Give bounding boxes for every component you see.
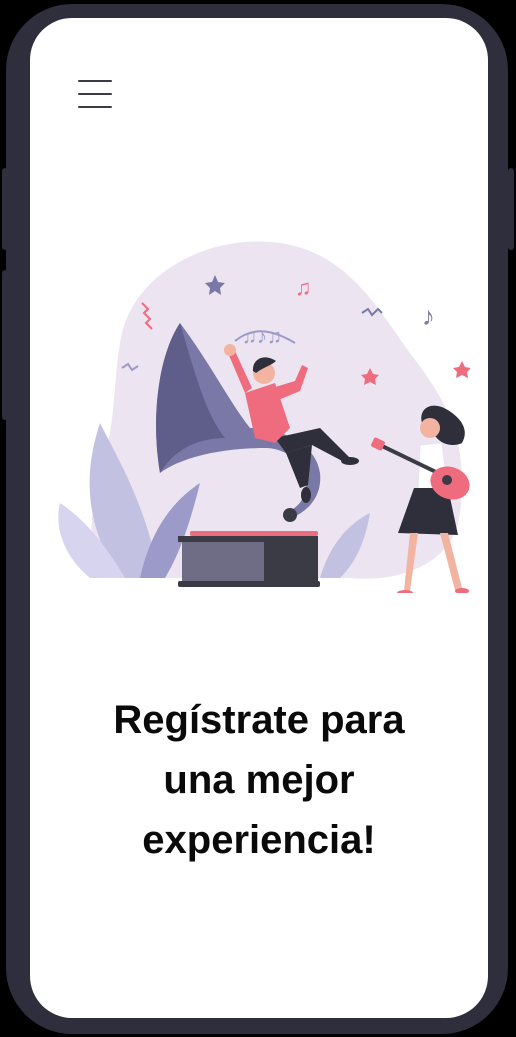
phone-side-button-left-2 <box>2 270 8 420</box>
gramophone-record <box>190 531 318 536</box>
gramophone-top <box>178 536 318 542</box>
music-note-icon: ♫ <box>295 275 312 300</box>
man-shoe-1 <box>341 457 359 465</box>
guitar-hole <box>442 475 452 485</box>
girl-shoe-left <box>397 590 413 593</box>
headline-line-3: experiencia! <box>142 818 376 862</box>
signup-headline: Regístrate para una mejor experiencia! <box>30 690 488 870</box>
gramophone-base <box>178 581 320 587</box>
app-screen: ♫♪♫ ♫ ♪ Regístrate para una mejor experi… <box>30 18 488 1018</box>
man-shoe-2 <box>301 487 311 503</box>
menu-line <box>78 80 112 82</box>
menu-line <box>78 93 112 95</box>
hamburger-menu-icon[interactable] <box>78 80 112 108</box>
gramophone-box-side <box>264 542 318 582</box>
gramophone-knob <box>283 508 297 522</box>
music-party-illustration: ♫♪♫ ♫ ♪ <box>58 241 470 593</box>
headline-line-2: una mejor <box>163 758 355 802</box>
phone-side-button-left <box>2 168 8 250</box>
phone-side-button-right <box>508 168 514 250</box>
girl-leg-right <box>440 533 462 590</box>
man-hand-up <box>224 344 236 356</box>
menu-line <box>78 106 112 108</box>
girl-head <box>420 418 440 438</box>
headline-line-1: Regístrate para <box>113 698 405 742</box>
star-icon <box>453 361 470 378</box>
music-note-icon: ♪ <box>422 301 435 331</box>
notes-glyph: ♫♪♫ <box>242 326 282 348</box>
gramophone-box-front <box>182 542 264 582</box>
